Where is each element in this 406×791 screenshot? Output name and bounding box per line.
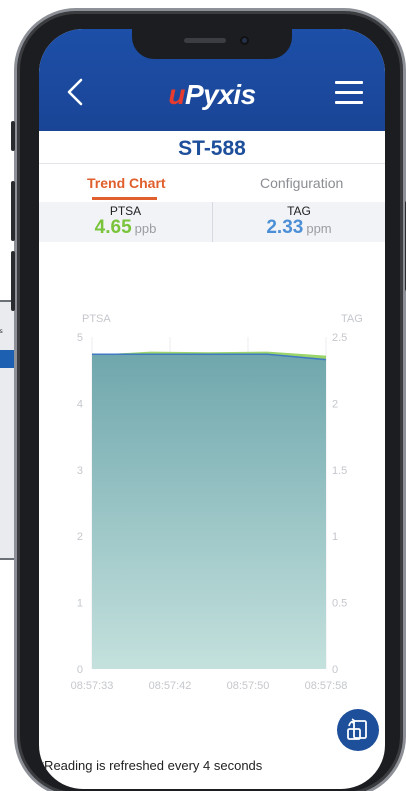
refresh-note: *Reading is refreshed every 4 seconds — [39, 758, 263, 773]
chart-left-tick-label: 5 — [77, 332, 83, 344]
chart-right-tick-label: 1.5 — [332, 465, 347, 477]
phone-volume-up — [11, 181, 15, 241]
phone-notch — [132, 29, 292, 59]
chart-right-tick-label: 1 — [332, 531, 338, 543]
chart-left-tick-label: 0 — [77, 664, 83, 676]
chart-right-tick-label: 0.5 — [332, 598, 347, 610]
chart-left-axis-label: PTSA — [82, 313, 111, 325]
phone-frame: uPyxis ST-588 Trend Chart Configuration … — [11, 8, 406, 791]
chart-series-tag-area — [92, 354, 326, 669]
logo-main: Pyxis — [184, 79, 256, 110]
chart-x-tick-label: 08:57:33 — [71, 680, 114, 692]
background-device-text: nds — [0, 328, 3, 335]
reading-tag: TAG 2.33 ppm — [212, 202, 385, 242]
front-camera — [240, 36, 249, 45]
chart-left-tick-label: 4 — [77, 398, 83, 410]
earpiece-speaker — [184, 38, 226, 43]
device-title: ST-588 — [178, 137, 246, 160]
logo-prefix: u — [168, 79, 185, 110]
trend-chart: PTSA TAG 0 1 2 3 4 5 0 0.5 1 1.5 2 2.5 08:57:33 08:57:4… — [71, 313, 363, 692]
tab-configuration[interactable]: Configuration — [260, 175, 343, 191]
phone-volume-down — [11, 251, 15, 311]
reading-tag-label: TAG — [287, 204, 311, 218]
rotate-screen-button[interactable] — [337, 709, 379, 751]
phone-mute-switch — [11, 121, 15, 151]
chart-right-tick-label: 2.5 — [332, 332, 347, 344]
app-logo: uPyxis — [39, 79, 385, 111]
chart-right-tick-label: 2 — [332, 398, 338, 410]
chart-x-tick-label: 08:57:50 — [227, 680, 270, 692]
chart-left-tick-label: 2 — [77, 531, 83, 543]
title-divider — [39, 163, 385, 164]
reading-ptsa-label: PTSA — [109, 204, 142, 218]
reading-tag-value-row: 2.33 ppm — [213, 217, 385, 239]
tab-trend-chart[interactable]: Trend Chart — [87, 175, 166, 191]
reading-tag-value: 2.33 — [266, 217, 304, 238]
chart-right-axis-label: TAG — [341, 313, 363, 325]
reading-ptsa: PTSA 4.65 ppb — [39, 202, 212, 242]
phone-screen: uPyxis ST-588 Trend Chart Configuration … — [39, 29, 385, 789]
readings-panel: PTSA 4.65 ppb TAG 2.33 ppm — [39, 202, 385, 242]
chart-left-tick-label: 3 — [77, 465, 83, 477]
chart-left-tick-label: 1 — [77, 598, 83, 610]
chart-right-tick-label: 0 — [332, 664, 338, 676]
reading-ptsa-unit: ppb — [134, 221, 157, 236]
active-tab-indicator — [92, 197, 157, 200]
hamburger-menu-icon[interactable] — [335, 81, 363, 105]
chart-x-tick-label: 08:57:42 — [149, 680, 192, 692]
reading-tag-unit: ppm — [306, 221, 332, 236]
reading-ptsa-value-row: 4.65 ppb — [39, 217, 212, 239]
chart-x-tick-label: 08:57:58 — [305, 680, 348, 692]
rotate-screen-icon — [347, 718, 367, 740]
reading-ptsa-value: 4.65 — [94, 217, 132, 238]
